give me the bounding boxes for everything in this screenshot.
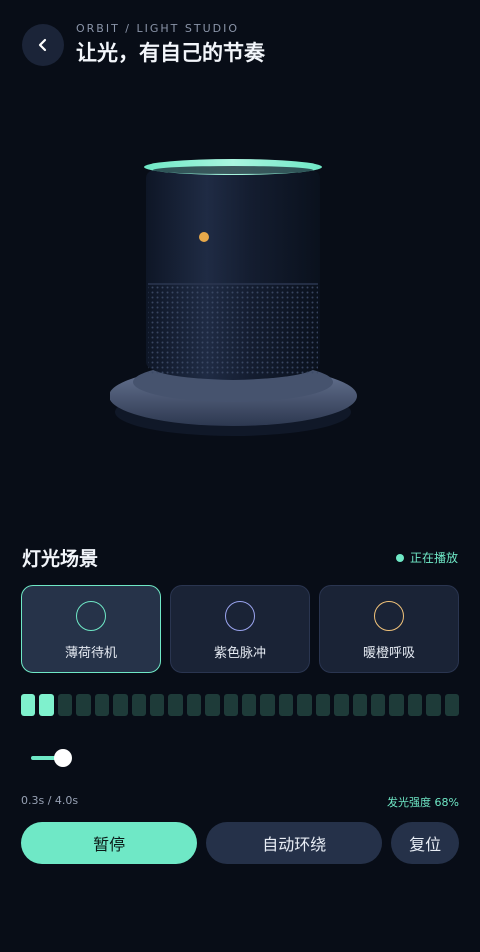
app-eyebrow: ORBIT / LIGHT STUDIO (76, 22, 240, 35)
meter-segment (278, 694, 294, 716)
title-block: ORBIT / LIGHT STUDIO 让光，有自己的节奏 (76, 22, 265, 67)
amber-ring-icon (374, 601, 404, 631)
scene-section-header: 灯光场景 正在播放 (22, 544, 458, 571)
meter-segment (113, 694, 128, 716)
meter-segment (389, 694, 404, 716)
meter-segment (242, 694, 257, 716)
status-label: 正在播放 (409, 551, 458, 565)
meter-segment (260, 694, 275, 716)
page-title: 让光，有自己的节奏 (76, 41, 265, 65)
meter-segment (426, 694, 441, 716)
scene-label: 紫色脉冲 (213, 646, 266, 661)
meter-segment (149, 694, 165, 716)
meter-segment (205, 694, 220, 716)
section-title: 灯光场景 (22, 548, 99, 570)
mint-ring-icon (76, 601, 106, 631)
status-led-icon (199, 232, 209, 242)
header: ORBIT / LIGHT STUDIO 让光，有自己的节奏 (22, 22, 265, 67)
scene-list: 薄荷待机 紫色脉冲 暖橙呼吸 (21, 585, 459, 673)
timeline-slider[interactable] (31, 748, 91, 768)
meter-segment (407, 694, 423, 716)
meter-segment (76, 694, 91, 716)
scene-label: 暖橙呼吸 (362, 646, 415, 661)
status-dot-icon (395, 553, 404, 562)
meter-segment (223, 694, 239, 716)
meter-segment (131, 694, 146, 716)
scene-card-purple[interactable]: 紫色脉冲 (170, 585, 310, 673)
auto-orbit-button[interactable]: 自动环绕 (206, 822, 383, 864)
reset-button[interactable]: 复位 (391, 822, 459, 864)
meter-segment (444, 694, 460, 716)
level-meter (21, 694, 460, 716)
chevron-left-icon (38, 38, 47, 51)
meter-segment (186, 694, 202, 716)
meter-segment (168, 694, 183, 716)
scene-card-mint[interactable]: 薄荷待机 (21, 585, 161, 673)
scene-label: 薄荷待机 (64, 646, 117, 661)
meter-segment (297, 694, 312, 716)
meter-segment (39, 694, 54, 716)
meter-segment (57, 694, 73, 716)
purple-ring-icon (225, 601, 255, 631)
intensity-readout: 发光强度 68% (387, 796, 459, 809)
meter-segment (315, 694, 331, 716)
speaker-mesh (148, 284, 318, 374)
scene-card-amber[interactable]: 暖橙呼吸 (319, 585, 459, 673)
playback-status: 正在播放 (395, 549, 458, 566)
meter-segment (371, 694, 386, 716)
meter-segment (334, 694, 349, 716)
time-readout: 0.3s / 4.0s (21, 794, 79, 807)
meter-segment (352, 694, 368, 716)
meter-segment (21, 694, 36, 716)
speaker-lamp-image[interactable] (110, 150, 370, 450)
action-bar: 暂停 自动环绕 复位 (21, 822, 459, 864)
meter-segment (94, 694, 110, 716)
back-button[interactable] (22, 23, 64, 66)
pause-button[interactable]: 暂停 (21, 822, 198, 864)
slider-thumb[interactable] (54, 749, 72, 767)
light-ring-inner (153, 166, 313, 174)
